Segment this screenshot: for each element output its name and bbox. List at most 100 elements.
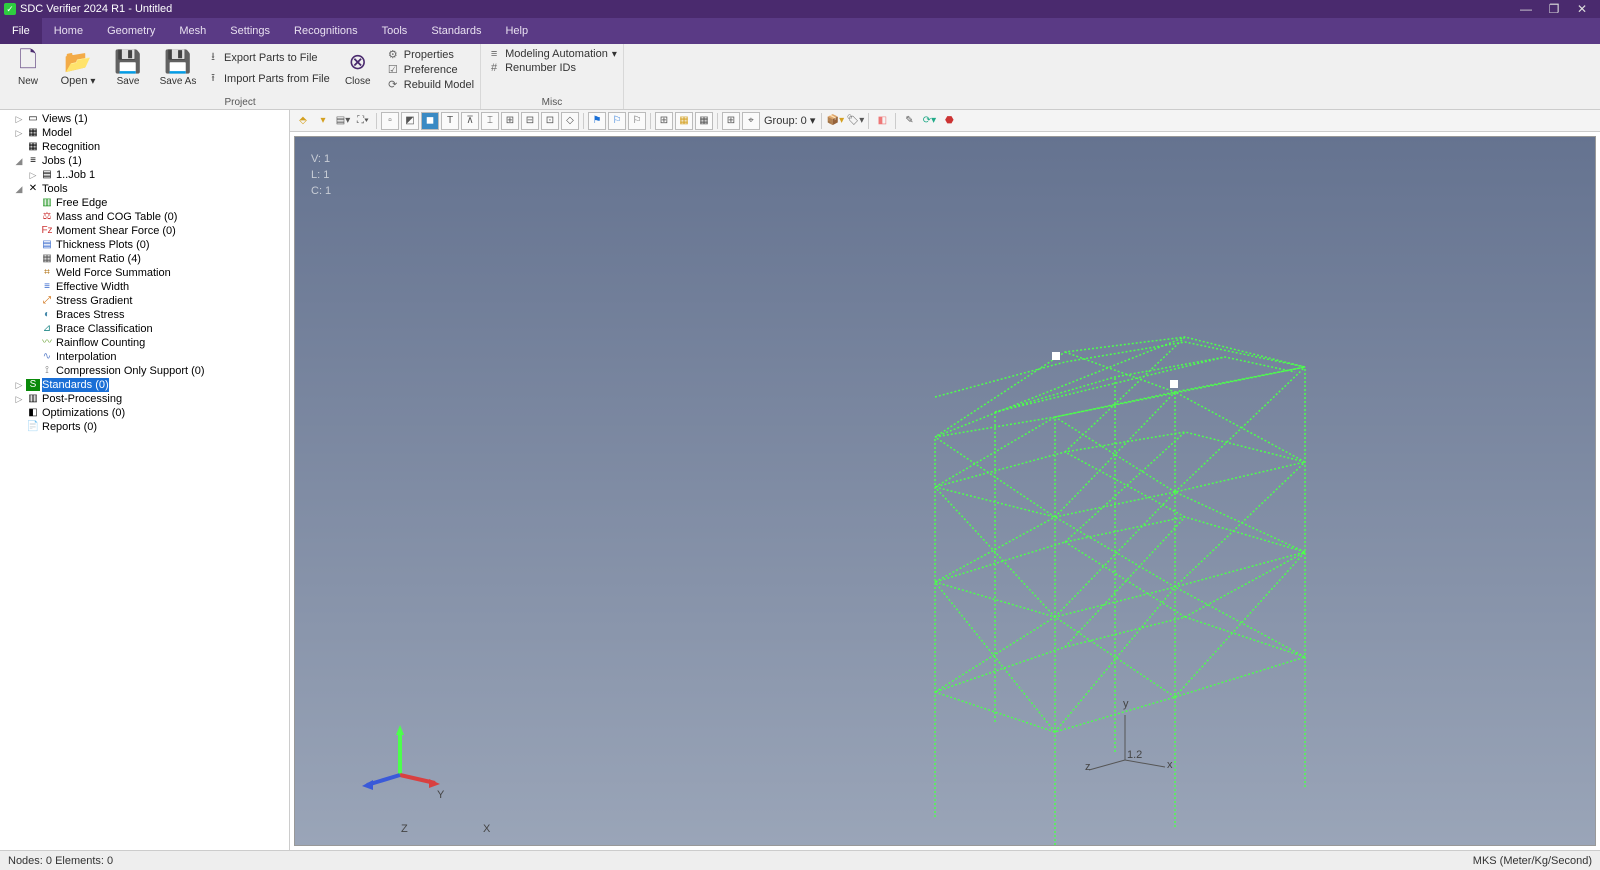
tree-tool-item[interactable]: ∿Interpolation: [28, 350, 289, 364]
tree-tool-item[interactable]: ⤢Stress Gradient: [28, 294, 289, 308]
tool-icon: ⊿: [40, 323, 54, 335]
vt-dropdown-1[interactable]: ▾: [314, 112, 332, 130]
import-icon: ⭱: [206, 69, 220, 88]
export-parts-button[interactable]: ⭳Export Parts to File: [206, 48, 330, 67]
tree-tool-item[interactable]: ⊿Brace Classification: [28, 322, 289, 336]
vt-btn-3[interactable]: ◼: [421, 112, 439, 130]
tree-reports[interactable]: 📄Reports (0): [14, 420, 289, 434]
menu-tools[interactable]: Tools: [370, 18, 420, 44]
vt-btn-8[interactable]: ⊟: [521, 112, 539, 130]
vt-grid-2[interactable]: ▦: [675, 112, 693, 130]
axis-triad-small: [1085, 705, 1175, 785]
tree-tool-label: Moment Shear Force (0): [56, 224, 176, 238]
vt-btn-5[interactable]: ⊼: [461, 112, 479, 130]
viewport-3d[interactable]: V: 1 L: 1 C: 1: [294, 136, 1596, 846]
project-tree[interactable]: ▷▭Views (1) ▷▦Model ▦Recognition ◢≡Jobs …: [0, 110, 290, 850]
menu-standards[interactable]: Standards: [419, 18, 493, 44]
vt-eraser-icon[interactable]: ◧: [873, 112, 891, 130]
renumber-ids-button[interactable]: #Renumber IDs: [487, 62, 617, 74]
vt-btn-1[interactable]: ▫: [381, 112, 399, 130]
menu-home[interactable]: Home: [42, 18, 95, 44]
vt-btn-6[interactable]: ⌶: [481, 112, 499, 130]
file-new-icon: 🗋: [19, 48, 37, 76]
tree-tool-item[interactable]: FzMoment Shear Force (0): [28, 224, 289, 238]
tree-tool-label: Free Edge: [56, 196, 107, 210]
menu-help[interactable]: Help: [493, 18, 540, 44]
tree-tool-item[interactable]: ⟟Compression Only Support (0): [28, 364, 289, 378]
vt-flag-3[interactable]: ⚐: [628, 112, 646, 130]
vt-box-icon[interactable]: 📦▾: [826, 112, 844, 130]
tree-tool-item[interactable]: ≡Effective Width: [28, 280, 289, 294]
vt-stop-icon[interactable]: ⬣: [940, 112, 958, 130]
close-window-button[interactable]: ✕: [1568, 2, 1596, 16]
save-as-button[interactable]: 💾Save As: [156, 46, 200, 87]
tool-icon: Fz: [40, 225, 54, 237]
minimize-button[interactable]: —: [1512, 2, 1540, 16]
preference-button[interactable]: ☑Preference: [386, 63, 474, 76]
vt-refresh-icon[interactable]: ⟳▾: [920, 112, 938, 130]
vt-edit-icon[interactable]: ✎: [900, 112, 918, 130]
vt-btn-7[interactable]: ⊞: [501, 112, 519, 130]
ribbon-group-project-label: Project: [6, 97, 474, 109]
tree-tool-item[interactable]: ⌗Weld Force Summation: [28, 266, 289, 280]
vt-cube-icon[interactable]: ⬘: [294, 112, 312, 130]
vt-btn-4[interactable]: T: [441, 112, 459, 130]
view-area: ⬘ ▾ ▤▾ ⛶▾ ▫ ◩ ◼ T ⊼ ⌶ ⊞ ⊟ ⊡ ◇ ⚑ ⚐ ⚐ ⊞ ▦ …: [290, 110, 1600, 850]
vt-grid-1[interactable]: ⊞: [655, 112, 673, 130]
tree-tool-label: Thickness Plots (0): [56, 238, 150, 252]
save-label: Save: [117, 76, 140, 87]
tree-tool-item[interactable]: ▤Thickness Plots (0): [28, 238, 289, 252]
vt-grid-3[interactable]: ▦: [695, 112, 713, 130]
maximize-button[interactable]: ❐: [1540, 2, 1568, 16]
tree-tool-item[interactable]: ◐Braces Stress: [28, 308, 289, 322]
tree-postprocessing[interactable]: ▷▥Post-Processing: [14, 392, 289, 406]
import-label: Import Parts from File: [224, 73, 330, 85]
menu-settings[interactable]: Settings: [218, 18, 282, 44]
axis-scale-label: 1.2: [1127, 749, 1142, 761]
tree-standards[interactable]: ▷SStandards (0): [14, 378, 289, 392]
tool-icon: ⚖: [40, 211, 54, 223]
import-parts-button[interactable]: ⭱ Import Parts from File: [206, 69, 330, 88]
tree-jobs[interactable]: ◢≡Jobs (1): [14, 154, 289, 168]
tree-model[interactable]: ▷▦Model: [14, 126, 289, 140]
job-icon: ▤: [40, 169, 54, 181]
tree-job-1[interactable]: ▷▤1..Job 1: [28, 168, 289, 182]
modeling-automation-button[interactable]: ≡Modeling Automation ▾: [487, 48, 617, 60]
tree-tool-item[interactable]: ▥Free Edge: [28, 196, 289, 210]
rebuild-model-button[interactable]: ⟳Rebuild Model: [386, 78, 474, 91]
properties-button[interactable]: ⚙Properties: [386, 48, 474, 61]
vt-flag-1[interactable]: ⚑: [588, 112, 606, 130]
vt-flag-2[interactable]: ⚐: [608, 112, 626, 130]
tree-tool-item[interactable]: ⚖Mass and COG Table (0): [28, 210, 289, 224]
menu-geometry[interactable]: Geometry: [95, 18, 167, 44]
vt-expand-icon[interactable]: ⛶▾: [354, 112, 372, 130]
vt-btn-10[interactable]: ◇: [561, 112, 579, 130]
menu-mesh[interactable]: Mesh: [167, 18, 218, 44]
vt-group-label: Group: 0 ▾: [762, 114, 817, 127]
open-button[interactable]: 📂Open ▾: [56, 46, 100, 87]
vt-target-icon[interactable]: ⊞: [722, 112, 740, 130]
tree-optimizations[interactable]: ◧Optimizations (0): [14, 406, 289, 420]
tree-tool-label: Braces Stress: [56, 308, 124, 322]
automation-label: Modeling Automation: [505, 48, 608, 60]
vt-scope-icon[interactable]: ⌖: [742, 112, 760, 130]
new-button[interactable]: 🗋New: [6, 46, 50, 87]
tree-tool-item[interactable]: ▦Moment Ratio (4): [28, 252, 289, 266]
tree-tools[interactable]: ◢✕Tools: [14, 182, 289, 196]
tool-icon: ◐: [40, 309, 54, 321]
save-button[interactable]: 💾Save: [106, 46, 150, 87]
tree-views[interactable]: ▷▭Views (1): [14, 112, 289, 126]
tool-icon: ⌗: [40, 267, 54, 279]
menu-recognitions[interactable]: Recognitions: [282, 18, 370, 44]
vt-layers-icon[interactable]: ▤▾: [334, 112, 352, 130]
vt-tag-icon[interactable]: 🏷▾: [846, 112, 864, 130]
menu-file[interactable]: File: [0, 18, 42, 44]
recognition-icon: ▦: [26, 141, 40, 153]
vt-btn-2[interactable]: ◩: [401, 112, 419, 130]
vt-btn-9[interactable]: ⊡: [541, 112, 559, 130]
tree-recognition[interactable]: ▦Recognition: [14, 140, 289, 154]
tree-tool-item[interactable]: 〰Rainflow Counting: [28, 336, 289, 350]
tool-icon: ≡: [40, 281, 54, 293]
close-project-button[interactable]: ⊗Close: [336, 46, 380, 87]
app-name: SDC Verifier 2024 R1: [20, 3, 125, 15]
